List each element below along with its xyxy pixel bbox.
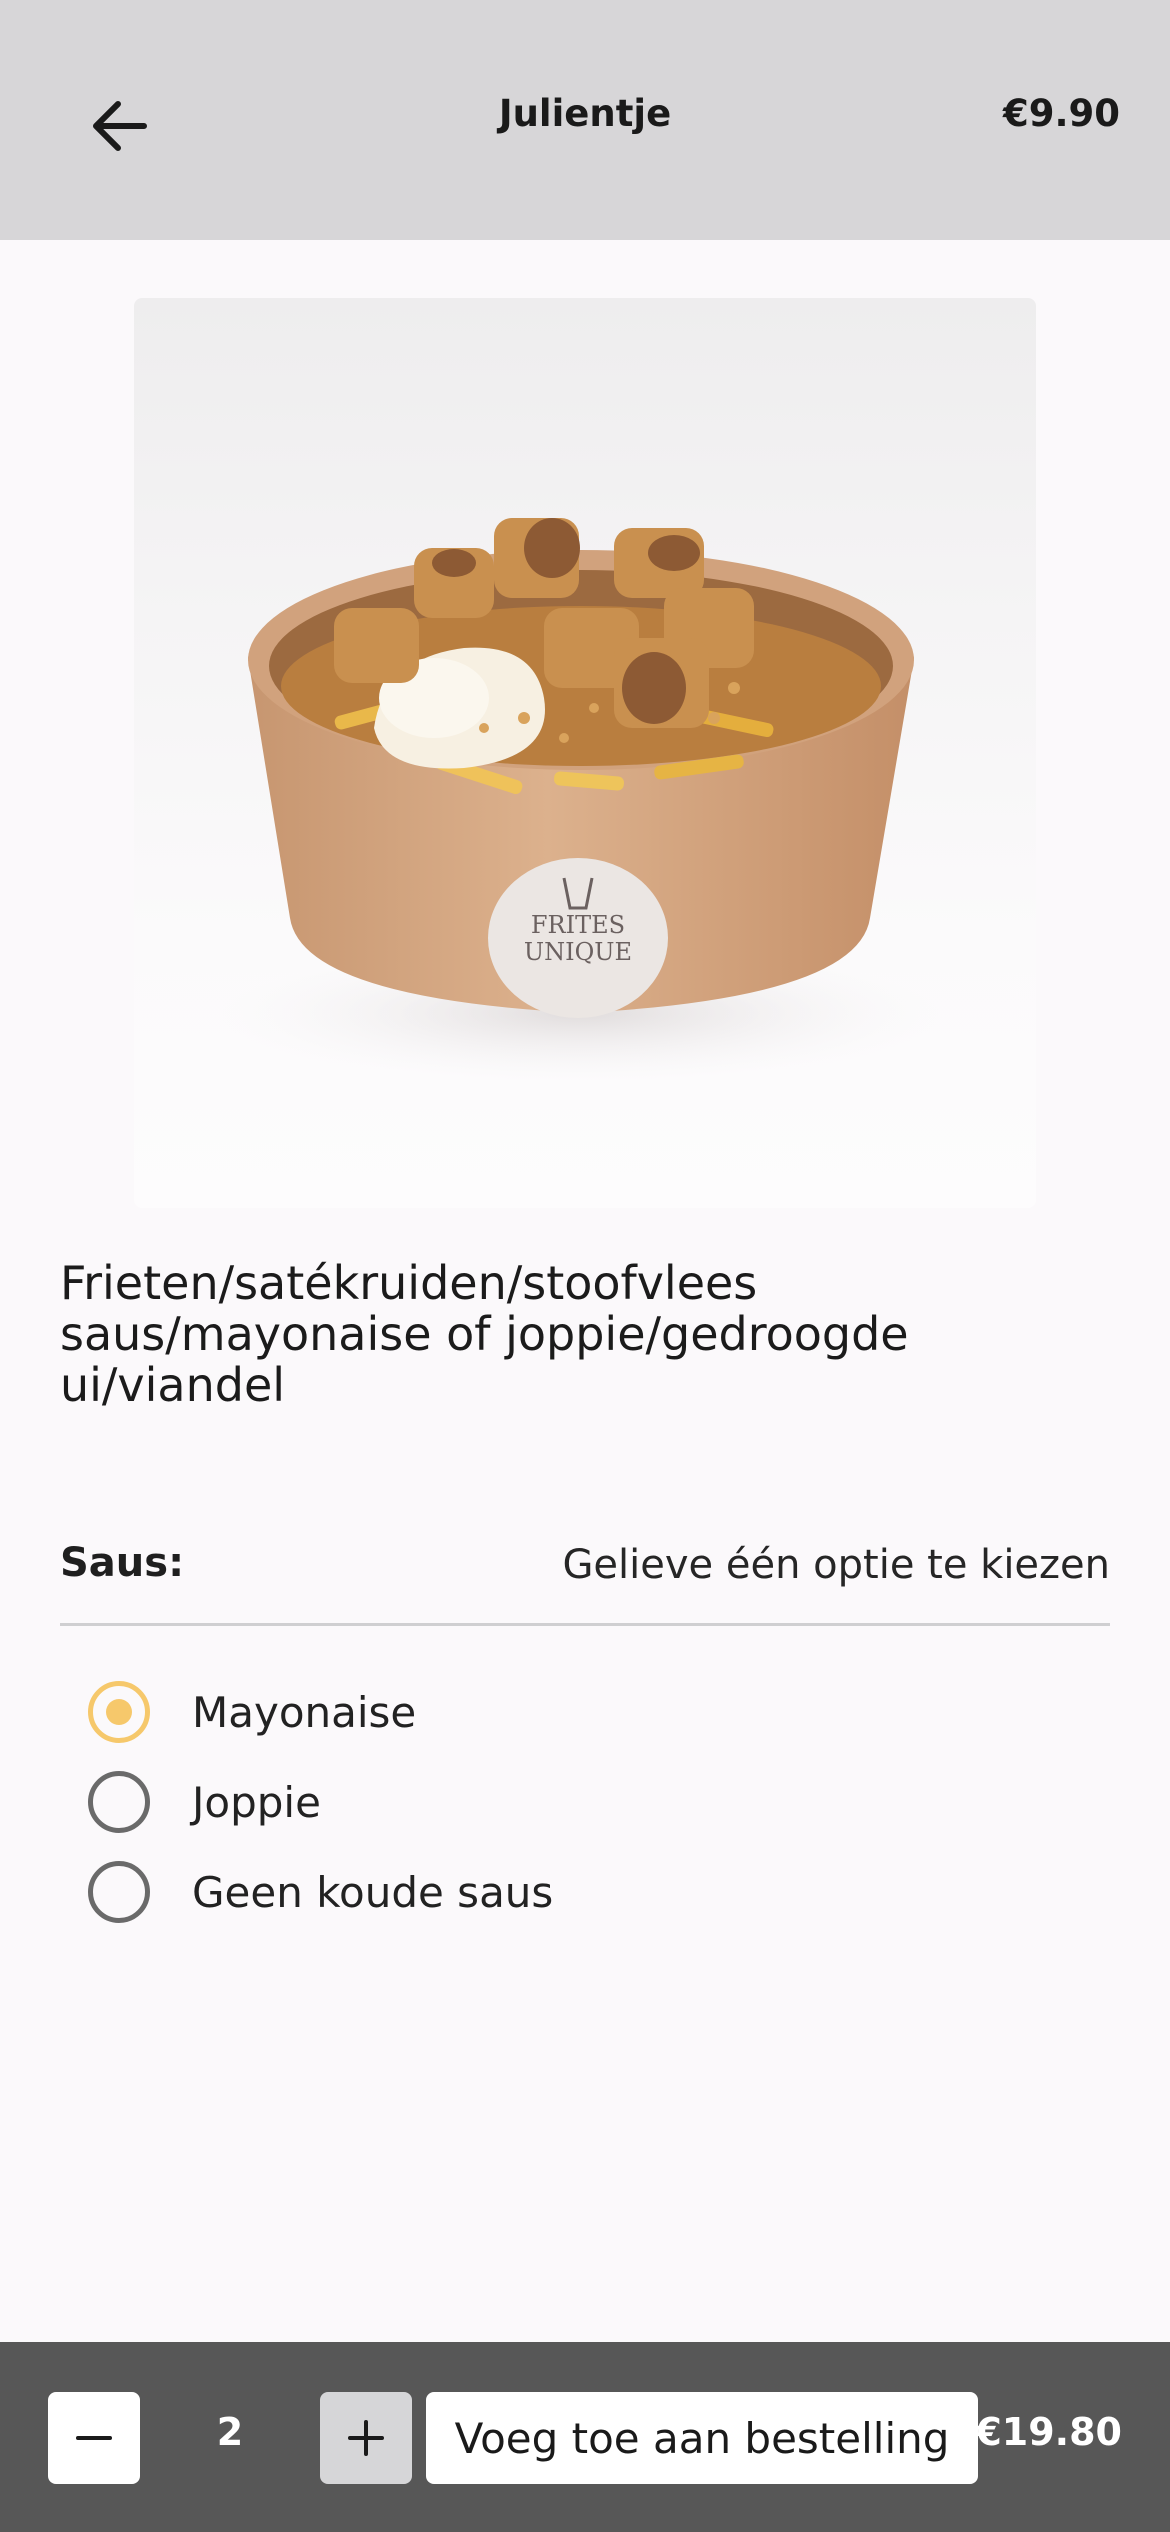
item-price: €9.90 bbox=[1002, 92, 1120, 135]
radio-unselected-icon[interactable] bbox=[88, 1861, 150, 1923]
product-description: Frieten/satékruiden/stoofvlees saus/mayo… bbox=[60, 1256, 909, 1412]
product-image: FRITES UNIQUE bbox=[134, 298, 1036, 1208]
option-group-hint: Gelieve één optie te kiezen bbox=[562, 1542, 1110, 1588]
increase-quantity-button[interactable] bbox=[320, 2392, 412, 2484]
product-photo-illustration: FRITES UNIQUE bbox=[220, 518, 940, 1083]
order-total: €19.80 bbox=[975, 2410, 1122, 2454]
page-title: Julientje bbox=[498, 92, 672, 135]
radio-selected-icon[interactable] bbox=[88, 1681, 150, 1743]
option-group-label: Saus: bbox=[60, 1540, 185, 1586]
radio-unselected-icon[interactable] bbox=[88, 1771, 150, 1833]
option-label: Mayonaise bbox=[192, 1687, 417, 1737]
bowl-logo-line2: UNIQUE bbox=[524, 938, 632, 966]
add-to-order-button[interactable]: Voeg toe aan bestelling bbox=[426, 2392, 978, 2484]
option-label: Joppie bbox=[192, 1777, 321, 1827]
option-joppie[interactable]: Joppie bbox=[88, 1770, 321, 1834]
option-geen-koude-saus[interactable]: Geen koude saus bbox=[88, 1860, 553, 1924]
option-label: Geen koude saus bbox=[192, 1867, 554, 1917]
bowl-logo-line1: FRITES bbox=[531, 911, 625, 939]
quantity-value: 2 bbox=[216, 2410, 244, 2454]
bottom-bar: 2 Voeg toe aan bestelling €19.80 bbox=[0, 2342, 1170, 2532]
option-group-header: Saus: Gelieve één optie te kiezen bbox=[60, 1540, 1110, 1626]
option-mayonaise[interactable]: Mayonaise bbox=[88, 1680, 416, 1744]
minus-icon bbox=[76, 2436, 112, 2440]
decrease-quantity-button[interactable] bbox=[48, 2392, 140, 2484]
top-bar: Julientje €9.90 bbox=[0, 0, 1170, 240]
plus-icon bbox=[348, 2420, 384, 2456]
